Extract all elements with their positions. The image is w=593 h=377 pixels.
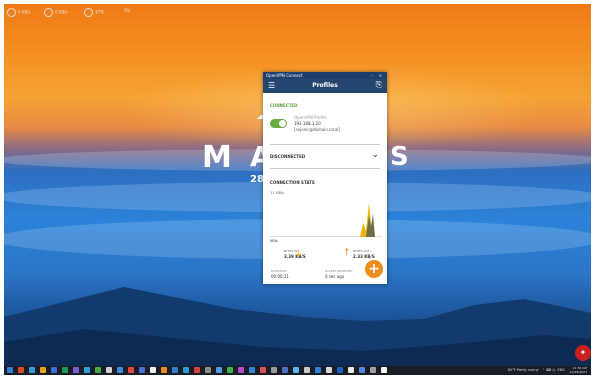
profile-user: [sejonir@domain.local] bbox=[294, 127, 341, 132]
divider bbox=[270, 168, 380, 169]
chevron-down-icon[interactable]: ⌄ bbox=[371, 150, 379, 160]
app-icon[interactable] bbox=[249, 367, 255, 373]
app-icon[interactable] bbox=[337, 367, 343, 373]
app-icon[interactable] bbox=[381, 367, 387, 373]
app-icon[interactable] bbox=[51, 367, 57, 373]
date-day: 28 bbox=[250, 174, 264, 185]
arrow-up-icon: ↑ bbox=[343, 248, 351, 258]
profile-ip: 192.168.1.10 bbox=[294, 121, 321, 126]
app-icon[interactable] bbox=[359, 367, 365, 373]
disconnected-section[interactable]: DISCONNECTED bbox=[270, 154, 305, 159]
app-icon[interactable] bbox=[315, 367, 321, 373]
connected-status: CONNECTED bbox=[270, 103, 298, 108]
app-icon[interactable] bbox=[216, 367, 222, 373]
brand-letter-s: S bbox=[390, 142, 409, 172]
clock-date: 11/28/2021 bbox=[569, 370, 587, 374]
app-icon[interactable] bbox=[106, 367, 112, 373]
profile-name[interactable]: OpenVPN Profile bbox=[294, 115, 327, 120]
app-icon[interactable] bbox=[18, 367, 24, 373]
widget-value: 0 KB/s bbox=[55, 9, 68, 15]
widget-value: 37% bbox=[95, 9, 104, 15]
app-icon[interactable] bbox=[194, 367, 200, 373]
cpu-widget: 5% bbox=[124, 8, 130, 13]
bytes-out-value: 2.33 KB/S bbox=[353, 254, 375, 259]
taskbar: 60°F Partly sunny ⌃ ⌨ ◷ ENG 11:56 AM 11/… bbox=[4, 366, 591, 375]
app-icon[interactable] bbox=[84, 367, 90, 373]
packet-received-value: 0 sec ago bbox=[325, 274, 345, 279]
openvpn-window: OpenVPN Connect – × ☰ Profiles ⎘ CONNECT… bbox=[263, 72, 387, 284]
app-icon[interactable] bbox=[227, 367, 233, 373]
app-icon[interactable] bbox=[183, 367, 189, 373]
window-controls[interactable]: – × bbox=[371, 72, 384, 79]
weather-status[interactable]: 60°F Partly sunny bbox=[508, 368, 539, 372]
ring-icon bbox=[84, 8, 93, 17]
start-icon[interactable] bbox=[7, 367, 13, 373]
divider bbox=[270, 144, 380, 145]
brand-letter-m: M bbox=[202, 140, 235, 175]
connection-toggle[interactable] bbox=[270, 119, 287, 128]
openvpn-taskbar-icon[interactable] bbox=[161, 367, 167, 373]
notification-badge-icon[interactable]: ✦ bbox=[575, 345, 591, 361]
app-icon[interactable] bbox=[260, 367, 266, 373]
app-header: ☰ Profiles ⎘ bbox=[263, 79, 387, 93]
app-icon[interactable] bbox=[73, 367, 79, 373]
language-indicator[interactable]: ENG bbox=[557, 368, 565, 372]
app-icon[interactable] bbox=[348, 367, 354, 373]
packet-received-label: PACKET RECEIVED bbox=[325, 269, 353, 273]
add-profile-button[interactable]: + bbox=[365, 260, 383, 278]
widget-value: 5% bbox=[124, 8, 131, 13]
system-tray[interactable]: 60°F Partly sunny ⌃ ⌨ ◷ ENG bbox=[508, 367, 565, 374]
app-icon[interactable] bbox=[370, 367, 376, 373]
app-icon[interactable] bbox=[95, 367, 101, 373]
app-icon[interactable] bbox=[29, 367, 35, 373]
bytes-out-label: BYTES OUT bbox=[353, 249, 370, 253]
window-title: OpenVPN Connect bbox=[266, 73, 303, 78]
header-title: Profiles bbox=[312, 82, 338, 89]
upload-widget: 0 KB/s bbox=[7, 8, 31, 17]
connection-stats-title: CONNECTION STATS bbox=[270, 180, 315, 185]
app-icon[interactable] bbox=[282, 367, 288, 373]
app-icon[interactable] bbox=[205, 367, 211, 373]
toggle-knob bbox=[279, 120, 286, 127]
app-icon[interactable] bbox=[117, 367, 123, 373]
app-icon[interactable] bbox=[293, 367, 299, 373]
ring-icon bbox=[44, 8, 53, 17]
folder-icon[interactable] bbox=[40, 367, 46, 373]
app-icon[interactable] bbox=[150, 367, 156, 373]
app-icon[interactable] bbox=[304, 367, 310, 373]
app-icon[interactable] bbox=[139, 367, 145, 373]
clock[interactable]: 11:56 AM 11/28/2021 bbox=[570, 366, 587, 374]
app-icon[interactable] bbox=[128, 367, 134, 373]
duration-label: DURATION bbox=[271, 269, 287, 273]
traffic-chart bbox=[270, 203, 382, 237]
duration-value: 00:00:11 bbox=[271, 274, 289, 279]
app-icon[interactable] bbox=[172, 367, 178, 373]
app-icon[interactable] bbox=[238, 367, 244, 373]
arrow-down-icon: ↓ bbox=[295, 249, 303, 259]
widget-value: 0 KB/s bbox=[18, 9, 31, 15]
app-icon[interactable] bbox=[271, 367, 277, 373]
chart-scale-bottom: 0B/s bbox=[270, 239, 278, 243]
download-widget: 0 KB/s bbox=[44, 8, 68, 17]
app-icon[interactable] bbox=[326, 367, 332, 373]
ram-widget: 37% bbox=[84, 8, 104, 17]
import-profile-icon[interactable]: ⎘ bbox=[376, 80, 382, 90]
ring-icon bbox=[7, 8, 16, 17]
window-titlebar[interactable]: OpenVPN Connect – × bbox=[263, 72, 387, 79]
app-icon[interactable] bbox=[62, 367, 68, 373]
